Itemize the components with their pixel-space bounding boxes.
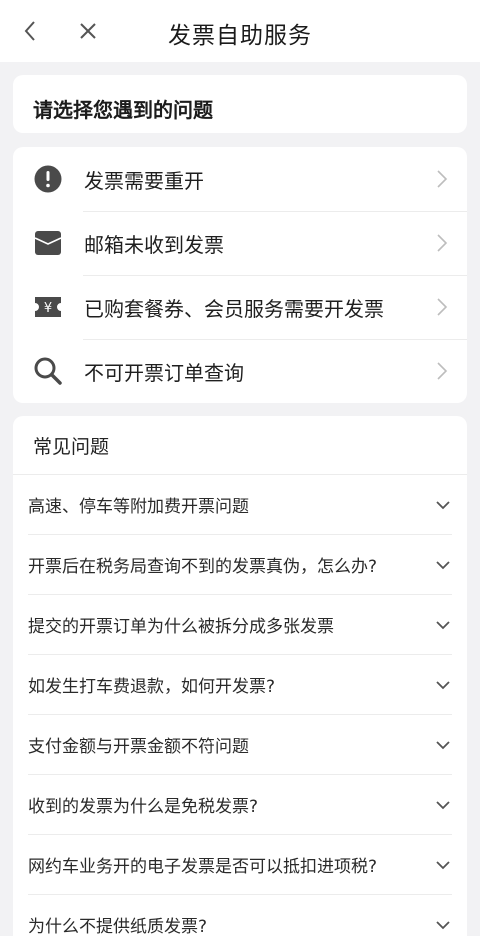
faq-item[interactable]: 高速、停车等附加费开票问题 [28, 475, 452, 535]
prompt-card: 请选择您遇到的问题 [13, 75, 467, 133]
chevron-right-icon [437, 170, 448, 188]
option-label: 已购套餐券、会员服务需要开发票 [84, 296, 384, 321]
option-email-not-received[interactable]: 邮箱未收到发票 [13, 211, 467, 275]
option-package-membership-invoice[interactable]: ¥ 已购套餐券、会员服务需要开发票 [13, 275, 467, 339]
faq-item[interactable]: 支付金额与开票金额不符问题 [28, 715, 452, 775]
chevron-down-icon [436, 560, 450, 569]
option-label: 邮箱未收到发票 [84, 232, 224, 257]
search-icon [33, 356, 63, 386]
faq-question: 开票后在税务局查询不到的发票真伪，怎么办? [28, 557, 378, 577]
svg-text:¥: ¥ [44, 301, 52, 316]
issue-options-card: 发票需要重开 邮箱未收到发票 ¥ 已购套餐券、会员服务需要开发票 不可开票订单查… [13, 147, 467, 403]
chevron-down-icon [436, 620, 450, 629]
faq-item[interactable]: 网约车业务开的电子发票是否可以抵扣进项税? [28, 835, 452, 895]
faq-question: 提交的开票订单为什么被拆分成多张发票 [28, 617, 334, 637]
chevron-down-icon [436, 800, 450, 809]
app-header: 发票自助服务 [0, 0, 480, 62]
chevron-down-icon [436, 920, 450, 929]
page-title: 发票自助服务 [168, 23, 312, 49]
exclamation-circle-icon [33, 164, 63, 194]
chevron-down-icon [436, 680, 450, 689]
yuan-ticket-icon: ¥ [33, 292, 63, 322]
chevron-down-icon [436, 740, 450, 749]
faq-item[interactable]: 如发生打车费退款，如何开发票? [28, 655, 452, 715]
faq-item[interactable]: 提交的开票订单为什么被拆分成多张发票 [28, 595, 452, 655]
chevron-down-icon [436, 500, 450, 509]
faq-item[interactable]: 开票后在税务局查询不到的发票真伪，怎么办? [28, 535, 452, 595]
option-reissue-invoice[interactable]: 发票需要重开 [13, 147, 467, 211]
faq-heading: 常见问题 [13, 416, 467, 475]
faq-question: 为什么不提供纸质发票? [28, 917, 208, 936]
faq-item[interactable]: 收到的发票为什么是免税发票? [28, 775, 452, 835]
faq-question: 如发生打车费退款，如何开发票? [28, 677, 276, 697]
chevron-right-icon [437, 362, 448, 380]
option-label: 不可开票订单查询 [84, 360, 244, 385]
faq-item[interactable]: 为什么不提供纸质发票? [28, 895, 452, 936]
envelope-icon [33, 228, 63, 258]
chevron-right-icon [437, 298, 448, 316]
option-label: 发票需要重开 [84, 168, 204, 193]
faq-question: 高速、停车等附加费开票问题 [28, 497, 249, 517]
faq-card: 常见问题 高速、停车等附加费开票问题开票后在税务局查询不到的发票真伪，怎么办? 提… [13, 416, 467, 936]
faq-question: 支付金额与开票金额不符问题 [28, 737, 249, 757]
chevron-right-icon [437, 234, 448, 252]
faq-list: 高速、停车等附加费开票问题开票后在税务局查询不到的发票真伪，怎么办? 提交的开票订… [13, 475, 467, 936]
chevron-down-icon [436, 860, 450, 869]
option-non-invoiceable-orders[interactable]: 不可开票订单查询 [13, 339, 467, 403]
prompt-heading: 请选择您遇到的问题 [33, 97, 213, 122]
faq-question: 网约车业务开的电子发票是否可以抵扣进项税? [28, 857, 378, 877]
faq-question: 收到的发票为什么是免税发票? [28, 797, 259, 817]
